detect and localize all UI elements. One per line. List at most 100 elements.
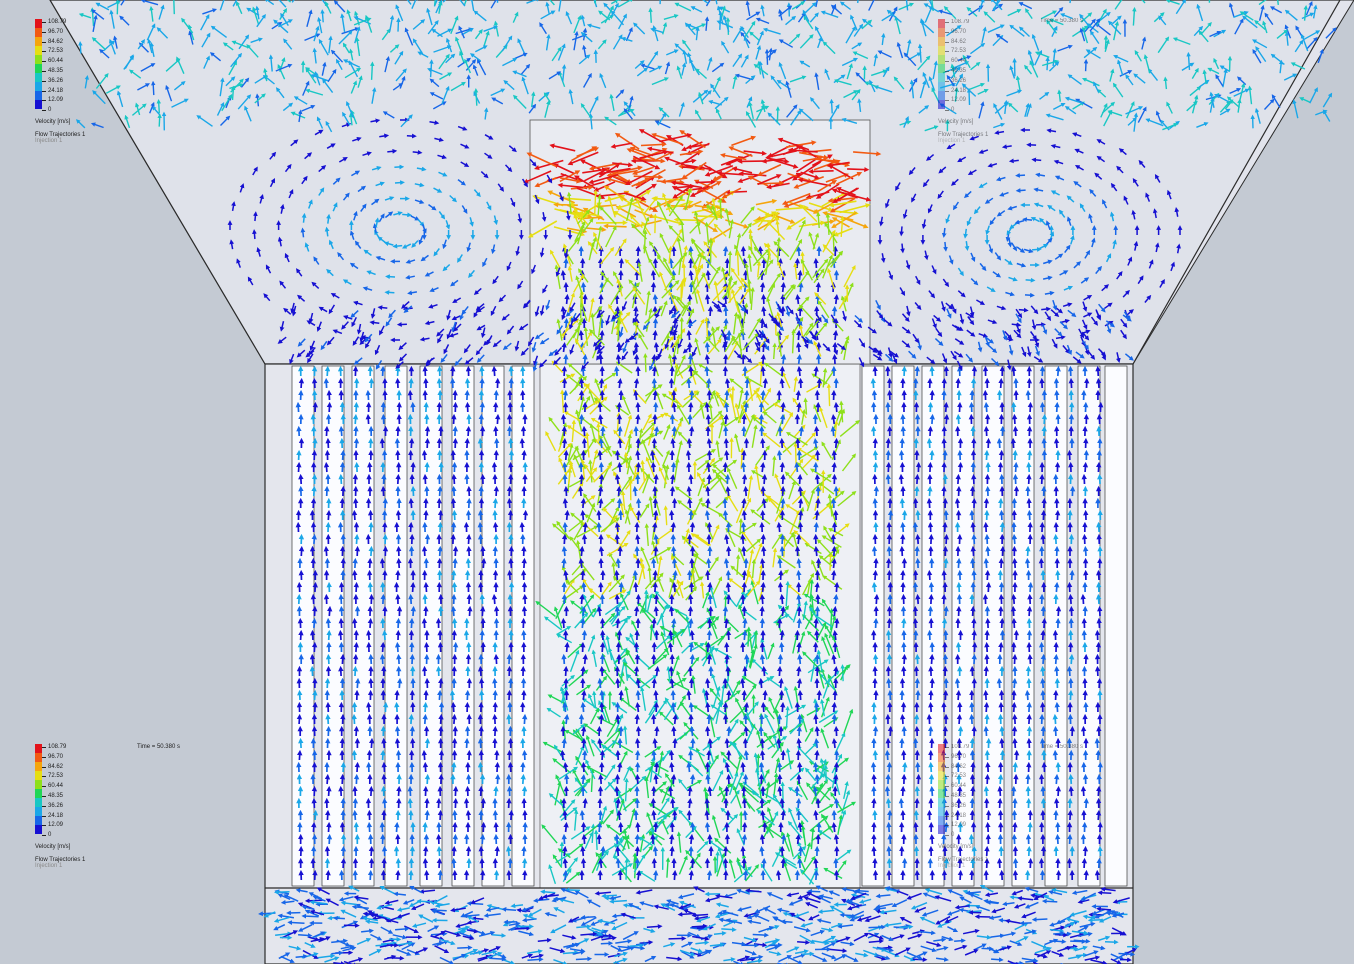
velocity-arrow [599, 641, 606, 653]
velocity-arrow [722, 701, 729, 713]
velocity-arrow [670, 437, 676, 449]
velocity-arrow [833, 593, 839, 605]
velocity-arrow [704, 341, 711, 353]
velocity-arrow [887, 833, 893, 845]
velocity-arrow [465, 809, 472, 821]
flow-simulation-viewport[interactable] [0, 0, 1354, 964]
velocity-arrow [782, 536, 787, 558]
vertical-plate [291, 365, 315, 887]
velocity-arrow [412, 150, 423, 155]
velocity-arrow [651, 809, 657, 821]
velocity-arrow [831, 569, 837, 581]
velocity-arrow [351, 509, 358, 521]
velocity-arrow [479, 605, 486, 617]
velocity-arrow [1054, 581, 1060, 593]
velocity-arrow [466, 533, 472, 545]
velocity-arrow [580, 701, 586, 713]
velocity-arrow [409, 725, 416, 737]
velocity-arrow [779, 593, 785, 605]
velocity-arrow [616, 497, 623, 509]
velocity-arrow [1095, 569, 1102, 581]
velocity-arrow [614, 569, 620, 581]
velocity-arrow [797, 485, 804, 497]
velocity-arrow [580, 509, 586, 521]
velocity-arrow [1299, 97, 1311, 103]
velocity-arrow [668, 257, 674, 269]
velocity-arrow [742, 281, 748, 293]
velocity-arrow [422, 713, 428, 725]
velocity-arrow [508, 365, 514, 377]
velocity-arrow [722, 605, 729, 617]
velocity-arrow [779, 629, 785, 641]
velocity-arrow [760, 701, 767, 713]
velocity-arrow [635, 701, 641, 713]
velocity-arrow [872, 365, 878, 377]
velocity-arrow [553, 202, 578, 208]
velocity-arrow [813, 809, 819, 821]
velocity-arrow [1011, 533, 1018, 545]
velocity-arrow [633, 581, 639, 593]
velocity-arrow [743, 401, 749, 413]
velocity-arrow [365, 413, 372, 425]
velocity-arrow [796, 401, 802, 413]
velocity-arrow [956, 713, 963, 725]
velocity-arrow [689, 629, 695, 641]
velocity-arrow [367, 461, 373, 473]
velocity-arrow [325, 617, 332, 629]
velocity-arrow [598, 857, 604, 869]
velocity-arrow [635, 413, 641, 425]
velocity-arrow [564, 293, 570, 305]
velocity-arrow [653, 341, 660, 353]
velocity-arrow [797, 269, 803, 281]
velocity-arrow [310, 497, 317, 509]
velocity-arrow [464, 377, 471, 389]
velocity-arrow [563, 821, 569, 833]
velocity-arrow [1040, 653, 1047, 665]
velocity-arrow [831, 461, 837, 473]
velocity-arrow [598, 773, 604, 785]
velocity-arrow [1053, 437, 1060, 449]
velocity-arrow [596, 422, 601, 444]
velocity-arrow [870, 377, 877, 389]
velocity-arrow [506, 485, 513, 497]
velocity-arrow [741, 509, 748, 521]
velocity-arrow [653, 605, 659, 617]
velocity-arrow [915, 533, 921, 545]
velocity-arrow [339, 653, 346, 665]
velocity-arrow [1040, 677, 1046, 689]
velocity-arrow [324, 809, 331, 821]
velocity-arrow [831, 557, 837, 569]
velocity-arrow [599, 689, 605, 701]
velocity-arrow [1053, 773, 1060, 785]
velocity-arrow [705, 497, 711, 509]
velocity-arrow [408, 713, 414, 725]
velocity-arrow [387, 148, 398, 154]
velocity-arrow [652, 389, 658, 401]
velocity-arrow [1026, 605, 1033, 617]
velocity-arrow [928, 761, 934, 773]
velocity-arrow [1054, 401, 1060, 413]
velocity-arrow [669, 845, 675, 857]
velocity-arrow [477, 521, 484, 533]
velocity-arrow [597, 677, 603, 689]
velocity-arrow [780, 485, 786, 497]
velocity-arrow [562, 701, 568, 713]
velocity-arrow [886, 809, 893, 821]
velocity-arrow [494, 413, 501, 425]
velocity-arrow [635, 509, 642, 521]
velocity-arrow [615, 845, 621, 857]
velocity-arrow [562, 869, 569, 881]
velocity-arrow [410, 605, 417, 617]
velocity-arrow [521, 785, 528, 797]
velocity-arrow [582, 797, 588, 809]
velocity-arrow [519, 521, 525, 533]
velocity-arrow [832, 329, 839, 341]
velocity-arrow [521, 605, 528, 617]
velocity-arrow [872, 749, 879, 761]
velocity-arrow [521, 449, 527, 461]
velocity-arrow [615, 557, 622, 569]
velocity-arrow [596, 605, 603, 617]
velocity-arrow [813, 437, 819, 449]
velocity-arrow [833, 401, 840, 413]
velocity-arrow [779, 461, 785, 473]
